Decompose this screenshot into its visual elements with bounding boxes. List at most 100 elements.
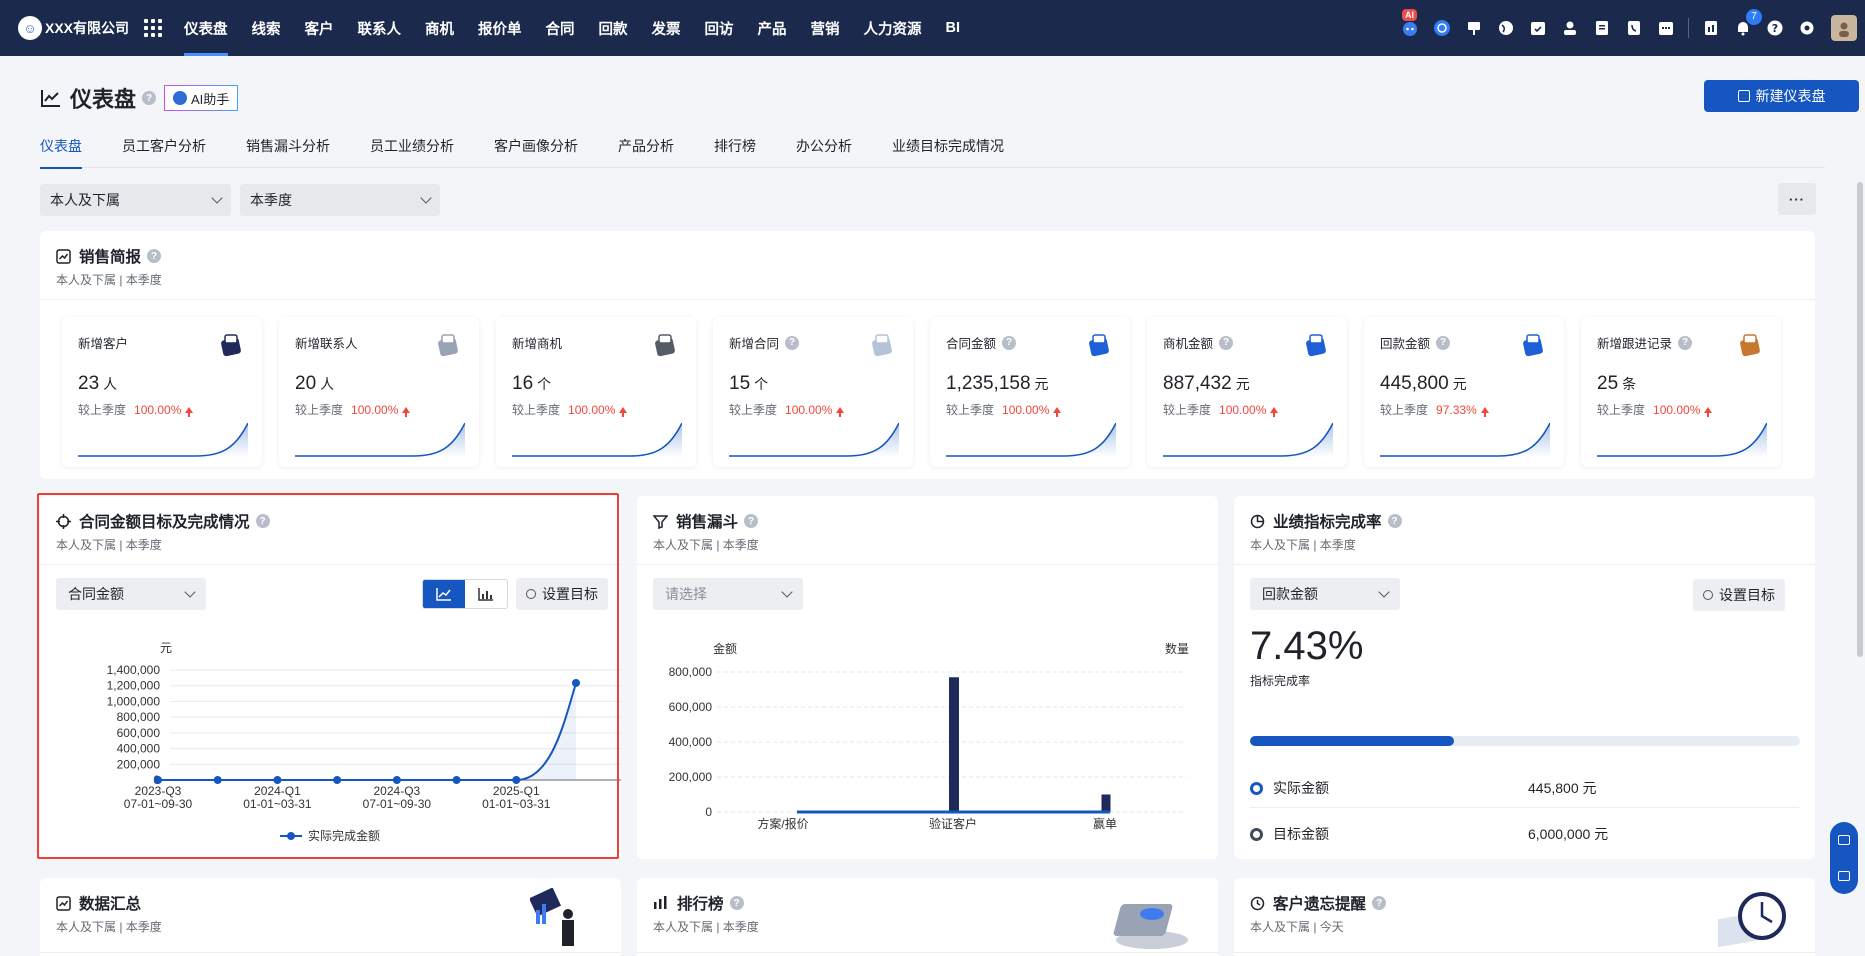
nav-item-5[interactable]: 报价单 — [466, 0, 534, 56]
kpi-card[interactable]: 新增联系人 20 人较上季度 100.00% — [279, 317, 479, 467]
tab-6[interactable]: 排行榜 — [714, 136, 756, 168]
calendar-icon[interactable] — [1655, 17, 1677, 39]
chevron-down-icon — [1378, 586, 1390, 598]
kpi-unit: 个 — [754, 376, 769, 392]
kpi-card[interactable]: 商机金额? 887,432 元较上季度 100.00% — [1147, 317, 1347, 467]
nav-item-4[interactable]: 商机 — [413, 0, 466, 56]
help-icon[interactable]: ? — [1764, 17, 1786, 39]
user-icon[interactable] — [1559, 17, 1581, 39]
tab-2[interactable]: 销售漏斗分析 — [246, 136, 330, 168]
kpi-help-icon[interactable]: ? — [785, 335, 800, 350]
ai-helper-button[interactable]: AI助手 — [164, 85, 239, 111]
funnel-select[interactable]: 请选择 — [653, 578, 803, 610]
section-divider — [1234, 952, 1815, 953]
kpi-help-icon[interactable]: ? — [1002, 335, 1017, 350]
user-avatar[interactable] — [1831, 15, 1857, 41]
funnel-bar[interactable] — [1101, 794, 1111, 813]
customer-reminder-help-icon[interactable]: ? — [1372, 896, 1387, 910]
page-scrollbar[interactable] — [1857, 182, 1863, 657]
app-grid-icon[interactable] — [144, 19, 162, 37]
kpi-card[interactable]: 新增客户 23 人较上季度 100.00% — [62, 317, 262, 467]
nav-item-12[interactable]: 人力资源 — [852, 0, 934, 56]
kpi-set-target-button[interactable]: 设置目标 — [1693, 579, 1785, 611]
nav-item-9[interactable]: 回访 — [693, 0, 746, 56]
kpi-card[interactable]: 新增商机 16 个较上季度 100.00% — [496, 317, 696, 467]
nav-item-0[interactable]: 仪表盘 — [172, 0, 240, 56]
kpi-help-icon[interactable]: ? — [1436, 335, 1451, 350]
ai-robot-icon[interactable]: AI — [1399, 9, 1421, 39]
tab-3[interactable]: 员工业绩分析 — [370, 136, 454, 168]
floating-tools — [1830, 822, 1858, 894]
flag-icon[interactable] — [1463, 17, 1485, 39]
calendar-check-icon[interactable] — [1527, 17, 1549, 39]
more-options-button[interactable]: ··· — [1778, 183, 1816, 215]
chevron-down-icon — [420, 192, 432, 204]
brand-name: XXX有限公司 — [45, 20, 130, 36]
globe-icon[interactable] — [1495, 17, 1517, 39]
chat-icon[interactable] — [1431, 17, 1453, 39]
kpi-help-icon[interactable]: ? — [1219, 335, 1234, 350]
kpi-sparkline — [946, 423, 1116, 457]
new-dashboard-button[interactable]: 新建仪表盘 — [1704, 80, 1859, 112]
ranking-help-icon[interactable]: ? — [729, 896, 744, 910]
kpi-name: 回款金额? — [1380, 333, 1451, 352]
chevron-down-icon — [781, 586, 793, 598]
kpi-change-percent: 97.33% — [1436, 402, 1477, 417]
sales-brief-help-icon[interactable]: ? — [147, 249, 162, 263]
kpi-metric-select[interactable]: 回款金额 — [1250, 578, 1400, 610]
kpi-illustration-icon — [221, 334, 241, 357]
completion-rate-label: 指标完成率 — [1250, 674, 1311, 688]
funnel-bar[interactable] — [949, 677, 959, 812]
y-axis-right-label: 数量 — [1165, 641, 1189, 656]
sales-funnel-subtitle: 本人及下属 | 本季度 — [653, 538, 759, 552]
kpi-card[interactable]: 合同金额? 1,235,158 元较上季度 100.00% — [930, 317, 1130, 467]
kpi-change-percent: 100.00% — [785, 402, 833, 417]
kpi-help-icon[interactable]: ? — [1678, 335, 1693, 350]
kpi-card[interactable]: 回款金额? 445,800 元较上季度 97.33% — [1364, 317, 1564, 467]
target-legend-marker — [1250, 827, 1263, 841]
nav-item-10[interactable]: 产品 — [746, 0, 799, 56]
nav-item-7[interactable]: 回款 — [587, 0, 640, 56]
completion-rate-value: 7.43% — [1250, 624, 1364, 668]
clock-icon — [1250, 896, 1265, 910]
nav-item-11[interactable]: 营销 — [799, 0, 852, 56]
sales-funnel-help-icon[interactable]: ? — [744, 514, 759, 528]
notes-icon[interactable] — [1838, 871, 1850, 881]
tab-4[interactable]: 客户画像分析 — [494, 136, 578, 168]
settings-gear-icon[interactable] — [1796, 17, 1818, 39]
tab-7[interactable]: 办公分析 — [796, 136, 852, 168]
kpi-illustration-icon — [655, 334, 675, 357]
kpi-completion-subtitle: 本人及下属 | 本季度 — [1250, 538, 1356, 552]
nav-item-2[interactable]: 客户 — [293, 0, 346, 56]
tab-0[interactable]: 仪表盘 — [40, 136, 82, 169]
tab-1[interactable]: 员工客户分析 — [122, 136, 206, 168]
report-icon[interactable] — [1700, 17, 1722, 39]
tab-8[interactable]: 业绩目标完成情况 — [892, 136, 1004, 168]
y-tick-label: 400,000 — [669, 735, 713, 749]
kpi-completion-help-icon[interactable]: ? — [1387, 514, 1402, 528]
sitemap-icon[interactable] — [1838, 835, 1850, 845]
period-select[interactable]: 本季度 — [240, 184, 440, 216]
kpi-unit: 个 — [537, 376, 552, 392]
nav-item-6[interactable]: 合同 — [534, 0, 587, 56]
kpi-card[interactable]: 新增合同? 15 个较上季度 100.00% — [713, 317, 913, 467]
sales-funnel-bar-chart: 金额 数量 0 200,000 400,000 600,000 800,000 方案/报价 验证… — [669, 641, 1189, 831]
section-divider — [637, 564, 1218, 565]
tab-5[interactable]: 产品分析 — [618, 136, 674, 168]
scope-select[interactable]: 本人及下属 — [40, 184, 231, 216]
bell-icon[interactable]: 7 — [1732, 9, 1762, 39]
nav-item-1[interactable]: 线索 — [240, 0, 293, 56]
kpi-compare: 较上季度 100.00% — [946, 401, 1062, 418]
kpi-illustration-icon — [872, 334, 892, 357]
page-help-icon[interactable]: ? — [142, 91, 157, 105]
phone-icon[interactable] — [1623, 17, 1645, 39]
nav-item-13[interactable]: BI — [934, 0, 973, 56]
document-icon[interactable] — [1591, 17, 1613, 39]
highlight-frame — [37, 493, 619, 859]
kpi-card[interactable]: 新增跟进记录? 25 条较上季度 100.00% — [1581, 317, 1781, 467]
actual-legend-marker — [1250, 781, 1263, 795]
brand[interactable]: ☺ XXX有限公司 — [18, 16, 144, 40]
nav-item-8[interactable]: 发票 — [640, 0, 693, 56]
ranking-title: 排行榜 — [677, 896, 724, 913]
nav-item-3[interactable]: 联系人 — [346, 0, 414, 56]
